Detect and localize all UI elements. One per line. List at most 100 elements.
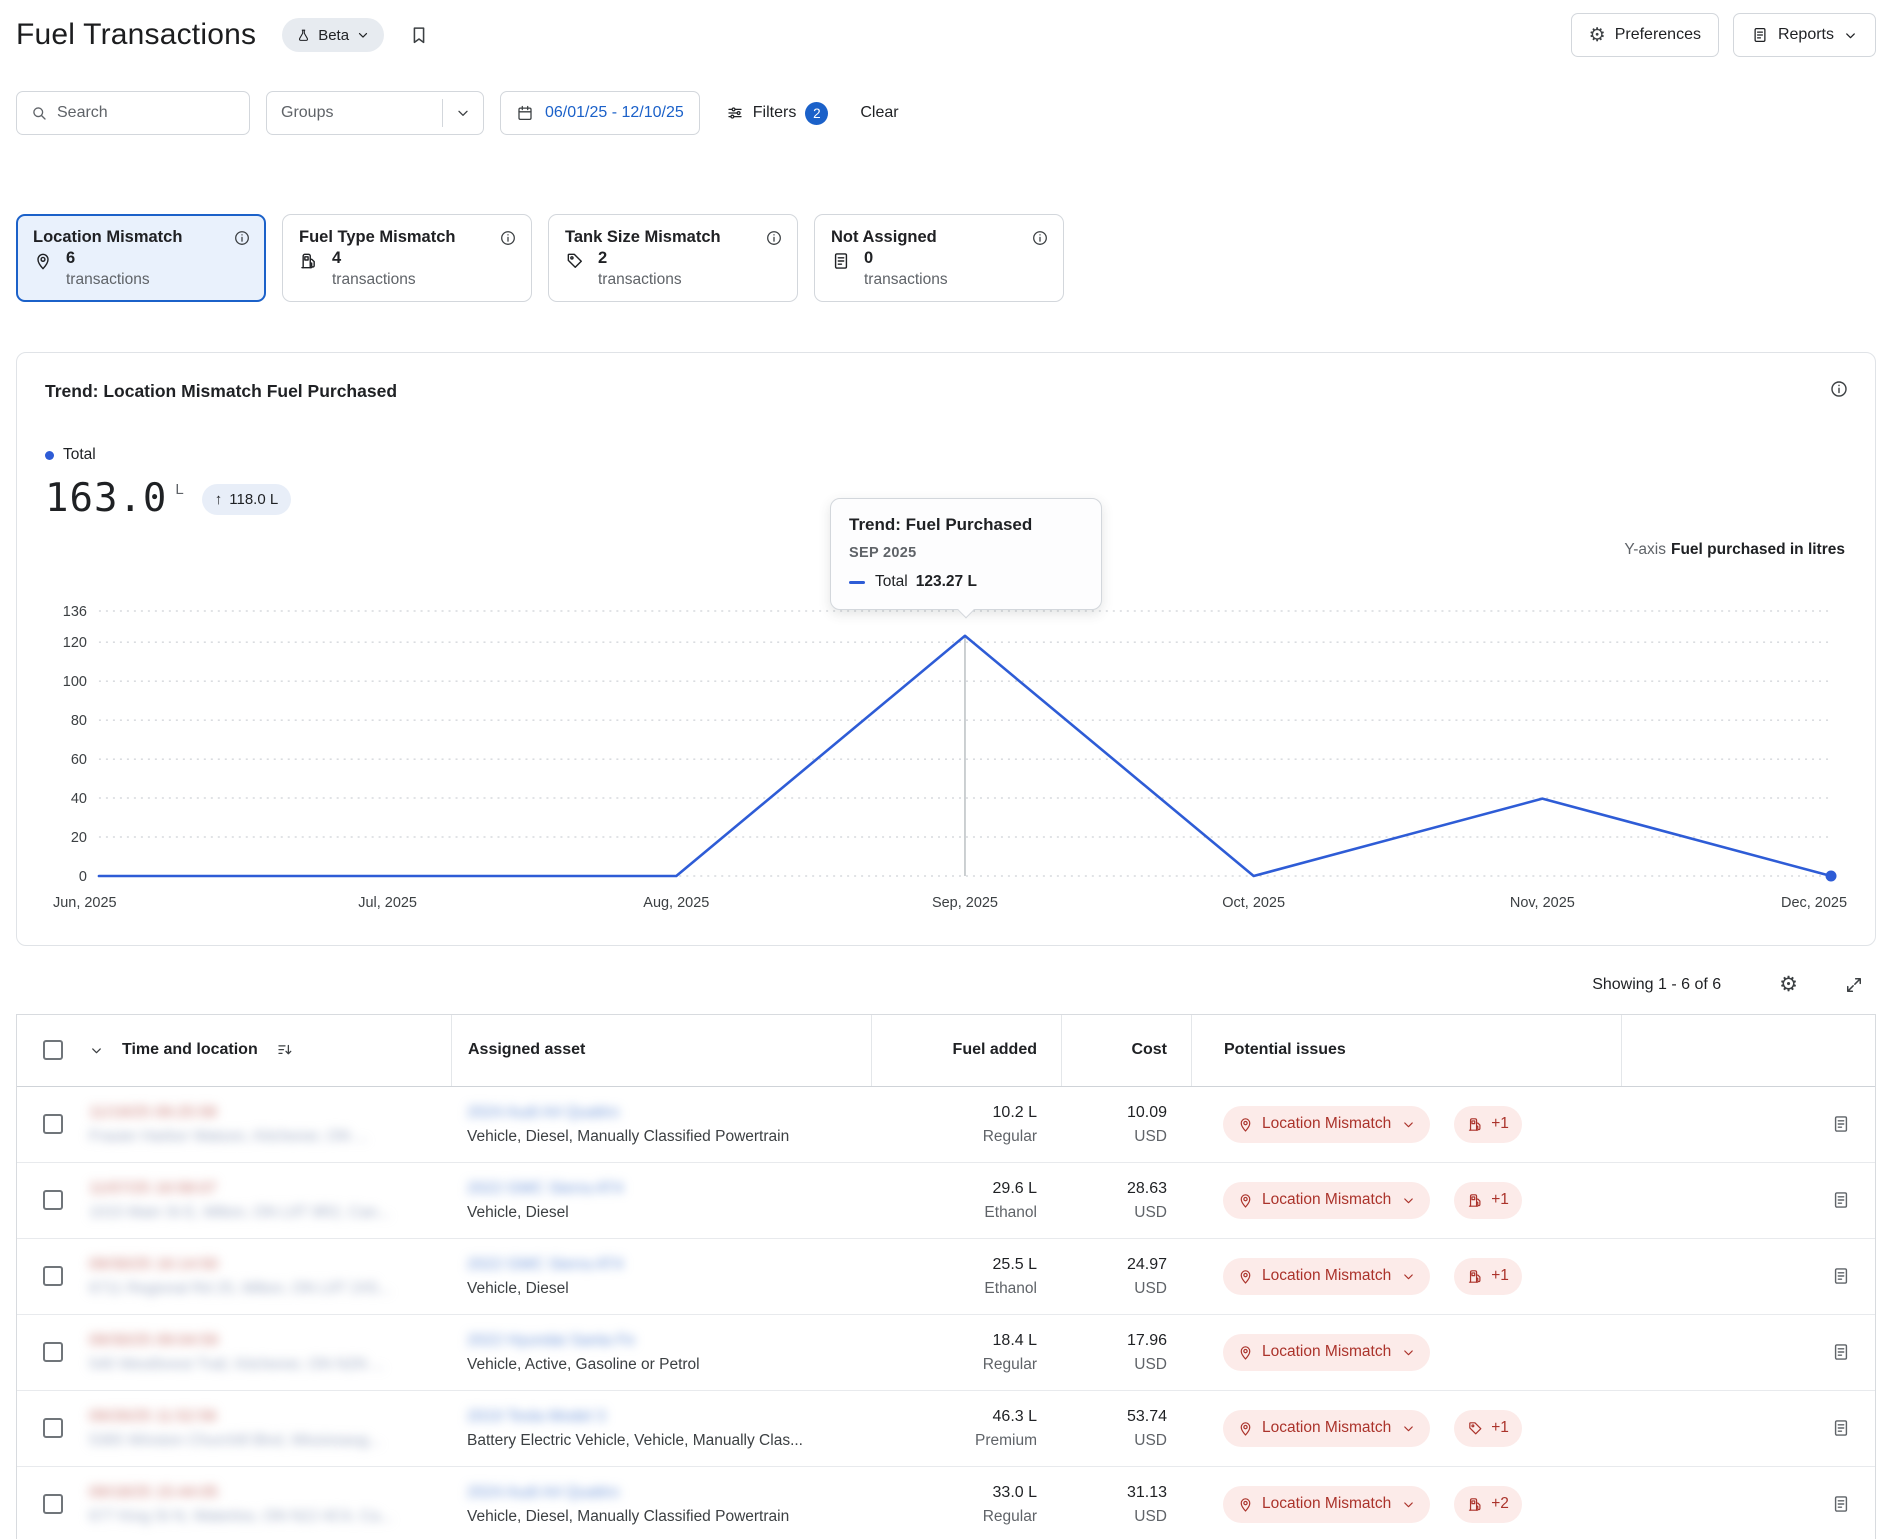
fuel-type-mismatch-pill[interactable]: +1 bbox=[1454, 1181, 1522, 1219]
column-header-time[interactable]: Time and location bbox=[122, 1041, 258, 1059]
cost-cell: 10.09 USD bbox=[1061, 1103, 1191, 1146]
transaction-details-icon[interactable] bbox=[1831, 1418, 1851, 1438]
divider bbox=[442, 99, 443, 127]
fuel-grade: Ethanol bbox=[984, 1203, 1037, 1221]
svg-text:60: 60 bbox=[71, 752, 87, 768]
row-select-cell bbox=[17, 1114, 83, 1134]
transaction-details-icon[interactable] bbox=[1831, 1266, 1851, 1286]
clear-filters-button[interactable]: Clear bbox=[860, 104, 898, 122]
transaction-details-icon[interactable] bbox=[1831, 1342, 1851, 1362]
row-select-cell bbox=[17, 1494, 83, 1514]
location-mismatch-pill[interactable]: Location Mismatch bbox=[1223, 1333, 1431, 1371]
column-header-asset[interactable]: Assigned asset bbox=[451, 1014, 871, 1086]
summary-card-unit: transactions bbox=[332, 271, 416, 288]
info-icon[interactable] bbox=[1829, 379, 1849, 399]
chevron-down-icon[interactable] bbox=[89, 1043, 104, 1058]
date-range-picker[interactable]: 06/01/25 - 12/10/25 bbox=[500, 91, 700, 135]
summary-card-location-mismatch[interactable]: Location Mismatch 6 transactions bbox=[16, 214, 266, 302]
transaction-time[interactable]: 11/07/25 16:58:07 bbox=[89, 1179, 217, 1199]
cost-value: 28.63 bbox=[1126, 1179, 1167, 1197]
asset-detail: Vehicle, Active, Gasoline or Petrol bbox=[467, 1355, 700, 1373]
date-range-value: 06/01/25 - 12/10/25 bbox=[545, 104, 684, 121]
row-checkbox[interactable] bbox=[43, 1494, 63, 1514]
sort-descending-icon[interactable] bbox=[276, 1041, 294, 1059]
asset-link[interactable]: 2019 Tesla Model 3 bbox=[467, 1407, 605, 1427]
asset-link[interactable]: 2022 GMC Sierra AT4 bbox=[467, 1179, 623, 1199]
column-header-issues[interactable]: Potential issues bbox=[1191, 1014, 1621, 1086]
table-row[interactable]: 09/26/25 11:52:56 5365 Winston Churchill … bbox=[17, 1391, 1875, 1467]
transaction-time[interactable]: 09/30/25 16:14:50 bbox=[89, 1255, 218, 1275]
summary-card-fuel-type-mismatch[interactable]: Fuel Type Mismatch 4 transactions bbox=[282, 214, 532, 302]
bookmark-icon[interactable] bbox=[408, 24, 430, 46]
table-row[interactable]: 09/30/25 16:14:50 6711 Regional Rd 25, Mi… bbox=[17, 1239, 1875, 1315]
table-body: 11/19/25 09:25:58 Frasier Harbor Watson, … bbox=[17, 1087, 1875, 1539]
info-icon[interactable] bbox=[499, 229, 517, 247]
trend-line-chart[interactable]: 136 120 100 80 60 40 20 0 Jun, 2025 Jul, 2025 Aug,… bbox=[45, 601, 1847, 917]
asset-link[interactable]: 2022 Hyundai Santa Fe bbox=[467, 1331, 635, 1351]
svg-text:Jun, 2025: Jun, 2025 bbox=[53, 894, 117, 910]
transaction-time[interactable]: 09/30/25 09:04:59 bbox=[89, 1331, 218, 1351]
select-all-checkbox[interactable] bbox=[43, 1040, 63, 1060]
row-checkbox[interactable] bbox=[43, 1266, 63, 1286]
search-input[interactable] bbox=[57, 104, 236, 122]
row-checkbox[interactable] bbox=[43, 1342, 63, 1362]
table-settings-gear-icon[interactable]: ⚙ bbox=[1779, 974, 1798, 995]
location-mismatch-pill[interactable]: Location Mismatch bbox=[1223, 1409, 1431, 1447]
summary-card-title: Location Mismatch bbox=[33, 228, 183, 246]
summary-card-unit: transactions bbox=[598, 271, 682, 288]
table-row[interactable]: 11/07/25 16:58:07 1015 Main St E, Milton,… bbox=[17, 1163, 1875, 1239]
asset-link[interactable]: 2024 Audi A4 Quattro bbox=[467, 1103, 619, 1123]
groups-dropdown[interactable]: Groups bbox=[266, 91, 484, 135]
potential-issues-cell: Location Mismatch bbox=[1191, 1333, 1621, 1371]
table-row[interactable]: 09/18/25 15:44:05 677 King St N, Waterloo… bbox=[17, 1467, 1875, 1539]
legend-dot bbox=[45, 450, 54, 460]
row-checkbox[interactable] bbox=[43, 1114, 63, 1134]
row-checkbox[interactable] bbox=[43, 1418, 63, 1438]
preferences-button[interactable]: ⚙ Preferences bbox=[1570, 13, 1719, 57]
fuel-type-mismatch-pill[interactable]: +2 bbox=[1454, 1485, 1522, 1523]
tank-size-mismatch-pill[interactable]: +1 bbox=[1454, 1409, 1522, 1447]
asset-link[interactable]: 2022 GMC Sierra AT4 bbox=[467, 1255, 623, 1275]
filters-button[interactable]: Filters 2 bbox=[726, 101, 829, 125]
info-icon[interactable] bbox=[1031, 229, 1049, 247]
location-mismatch-pill[interactable]: Location Mismatch bbox=[1223, 1181, 1431, 1219]
table-row[interactable]: 09/30/25 09:04:59 540 Westforest Trail, K… bbox=[17, 1315, 1875, 1391]
reports-button[interactable]: Reports bbox=[1732, 13, 1876, 57]
fuel-type-mismatch-pill[interactable]: +1 bbox=[1454, 1257, 1522, 1295]
summary-card-not-assigned[interactable]: Not Assigned 0 transactions bbox=[814, 214, 1064, 302]
row-actions-cell bbox=[1621, 1190, 1875, 1210]
chart-legend-total[interactable]: Total bbox=[45, 446, 96, 464]
row-checkbox[interactable] bbox=[43, 1190, 63, 1210]
location-mismatch-pill[interactable]: Location Mismatch bbox=[1223, 1485, 1431, 1523]
beta-badge[interactable]: Beta bbox=[282, 18, 385, 52]
info-icon[interactable] bbox=[765, 229, 783, 247]
fuel-pump-icon bbox=[1467, 1496, 1484, 1513]
transaction-time[interactable]: 09/18/25 15:44:05 bbox=[89, 1483, 218, 1503]
cost-value: 17.96 bbox=[1126, 1331, 1167, 1349]
chart-total-value: 163.0 bbox=[45, 475, 168, 521]
expand-table-icon[interactable] bbox=[1844, 975, 1864, 995]
potential-issues-cell: Location Mismatch +1 bbox=[1191, 1409, 1621, 1447]
column-header-fuel[interactable]: Fuel added bbox=[871, 1014, 1061, 1086]
location-pin-icon bbox=[1237, 1192, 1254, 1209]
summary-card-count: 0 bbox=[864, 249, 874, 267]
asset-link[interactable]: 2024 Audi A4 Quattro bbox=[467, 1483, 619, 1503]
location-mismatch-pill[interactable]: Location Mismatch bbox=[1223, 1105, 1431, 1143]
transaction-details-icon[interactable] bbox=[1831, 1114, 1851, 1134]
transaction-time[interactable]: 09/26/25 11:52:56 bbox=[89, 1407, 217, 1427]
column-header-cost[interactable]: Cost bbox=[1061, 1014, 1191, 1086]
chart-total-unit: L bbox=[175, 480, 184, 498]
table-row[interactable]: 11/19/25 09:25:58 Frasier Harbor Watson, … bbox=[17, 1087, 1875, 1163]
time-location-cell: 09/30/25 16:14:50 6711 Regional Rd 25, Mi… bbox=[83, 1255, 451, 1298]
fuel-type-mismatch-pill[interactable]: +1 bbox=[1454, 1105, 1522, 1143]
transaction-time[interactable]: 11/19/25 09:25:58 bbox=[89, 1103, 217, 1123]
fuel-added-cell: 29.6 L Ethanol bbox=[871, 1179, 1061, 1222]
select-all-cell bbox=[17, 1015, 83, 1086]
info-icon[interactable] bbox=[233, 229, 251, 247]
location-mismatch-pill[interactable]: Location Mismatch bbox=[1223, 1257, 1431, 1295]
transaction-details-icon[interactable] bbox=[1831, 1190, 1851, 1210]
transaction-details-icon[interactable] bbox=[1831, 1494, 1851, 1514]
gear-icon: ⚙ bbox=[1588, 24, 1606, 46]
row-select-cell bbox=[17, 1342, 83, 1362]
summary-card-tank-size-mismatch[interactable]: Tank Size Mismatch 2 transactions bbox=[548, 214, 798, 302]
